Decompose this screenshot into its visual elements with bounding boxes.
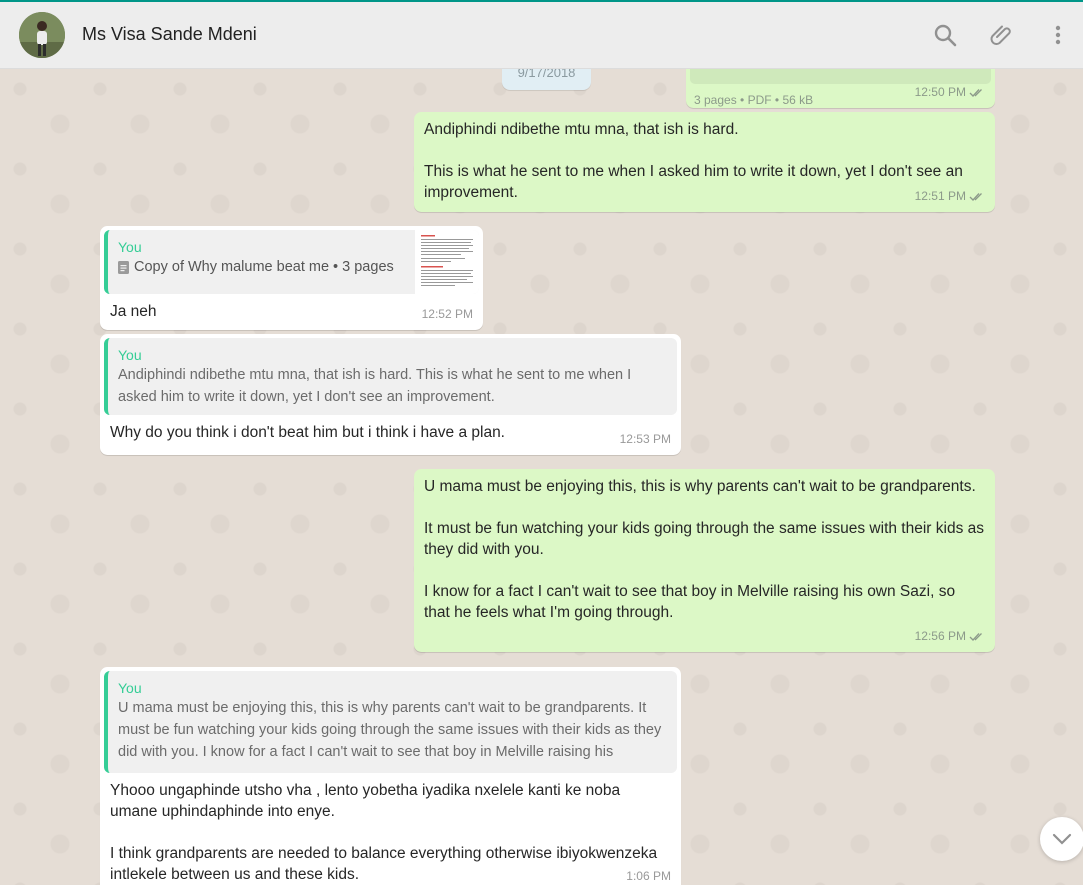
message-text: Andiphindi ndibethe mtu mna, that ish is… [424, 121, 739, 138]
message-time: 12:50 PM [915, 82, 985, 103]
contact-avatar[interactable] [19, 12, 65, 58]
quote-author: You [118, 680, 142, 696]
message-time: 1:06 PM [626, 869, 671, 883]
incoming-message[interactable]: You Copy of Why malume beat me • 3 pages [100, 226, 483, 330]
message-text: It must be fun watching your kids going … [424, 520, 985, 558]
contact-name[interactable]: Ms Visa Sande Mdeni [82, 24, 257, 45]
quote-text: U mama must be enjoying this, this is wh… [118, 700, 662, 760]
message-text: U mama must be enjoying this, this is wh… [424, 478, 976, 495]
document-thumbnail [415, 230, 479, 294]
message-time-label: 12:51 PM [914, 189, 966, 203]
chat-window: Ms Visa Sande Mdeni 9/17/2018 3 pages • … [0, 0, 1083, 885]
attach-icon[interactable] [988, 22, 1014, 48]
double-check-icon [969, 88, 982, 97]
document-icon [118, 260, 129, 274]
message-time: 12:56 PM [915, 626, 985, 647]
double-check-icon [969, 632, 982, 641]
message-time-label: 12:56 PM [914, 629, 966, 643]
menu-icon[interactable] [1045, 22, 1071, 48]
document-message[interactable]: 3 pages • PDF • 56 kB 12:50 PM [686, 69, 995, 108]
date-divider: 9/17/2018 [502, 69, 591, 90]
outgoing-message[interactable]: U mama must be enjoying this, this is wh… [414, 469, 995, 652]
incoming-message[interactable]: You Andiphindi ndibethe mtu mna, that is… [100, 334, 681, 455]
chat-header: Ms Visa Sande Mdeni [0, 2, 1083, 69]
message-text: Why do you think i don't beat him but i … [110, 424, 505, 441]
message-time: 12:51 PM [915, 186, 985, 207]
chevron-down-icon [1052, 833, 1072, 845]
quote-text: Andiphindi ndibethe mtu mna, that ish is… [118, 367, 632, 405]
outgoing-message[interactable]: Andiphindi ndibethe mtu mna, that ish is… [414, 112, 995, 212]
message-time-label: 12:50 PM [914, 85, 966, 99]
quoted-message[interactable]: You Copy of Why malume beat me • 3 pages [104, 230, 479, 294]
message-text: This is what he sent to me when I asked … [424, 163, 963, 201]
scroll-down-button[interactable] [1040, 817, 1083, 861]
quoted-message[interactable]: You U mama must be enjoying this, this i… [104, 671, 677, 773]
message-text: I think grandparents are needed to balan… [110, 845, 658, 883]
document-meta: 3 pages • PDF • 56 kB [694, 93, 814, 107]
message-time: 12:53 PM [619, 432, 671, 446]
message-text: I know for a fact I can't wait to see th… [424, 583, 956, 621]
double-check-icon [969, 192, 982, 201]
message-time: 12:52 PM [421, 307, 473, 321]
incoming-message[interactable]: You U mama must be enjoying this, this i… [100, 667, 681, 885]
quote-author: You [118, 239, 142, 255]
quote-document-name: Copy of Why malume beat me • 3 pages [134, 259, 394, 275]
quote-author: You [118, 347, 142, 363]
message-pane[interactable]: 9/17/2018 3 pages • PDF • 56 kB 12:50 PM… [0, 69, 1083, 885]
search-icon[interactable] [932, 22, 958, 48]
message-text: Yhooo ungaphinde utsho vha , lento yobet… [110, 782, 621, 820]
quoted-message[interactable]: You Andiphindi ndibethe mtu mna, that is… [104, 338, 677, 415]
